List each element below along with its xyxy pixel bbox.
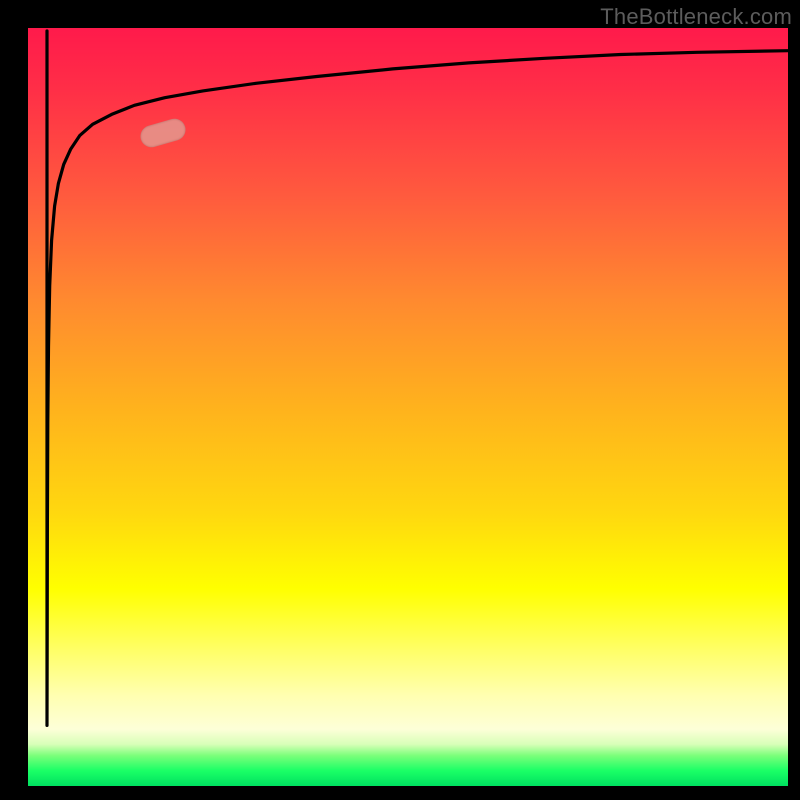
plot-area: [28, 28, 788, 786]
watermark-text: TheBottleneck.com: [600, 4, 792, 30]
chart-frame: TheBottleneck.com: [0, 0, 800, 800]
